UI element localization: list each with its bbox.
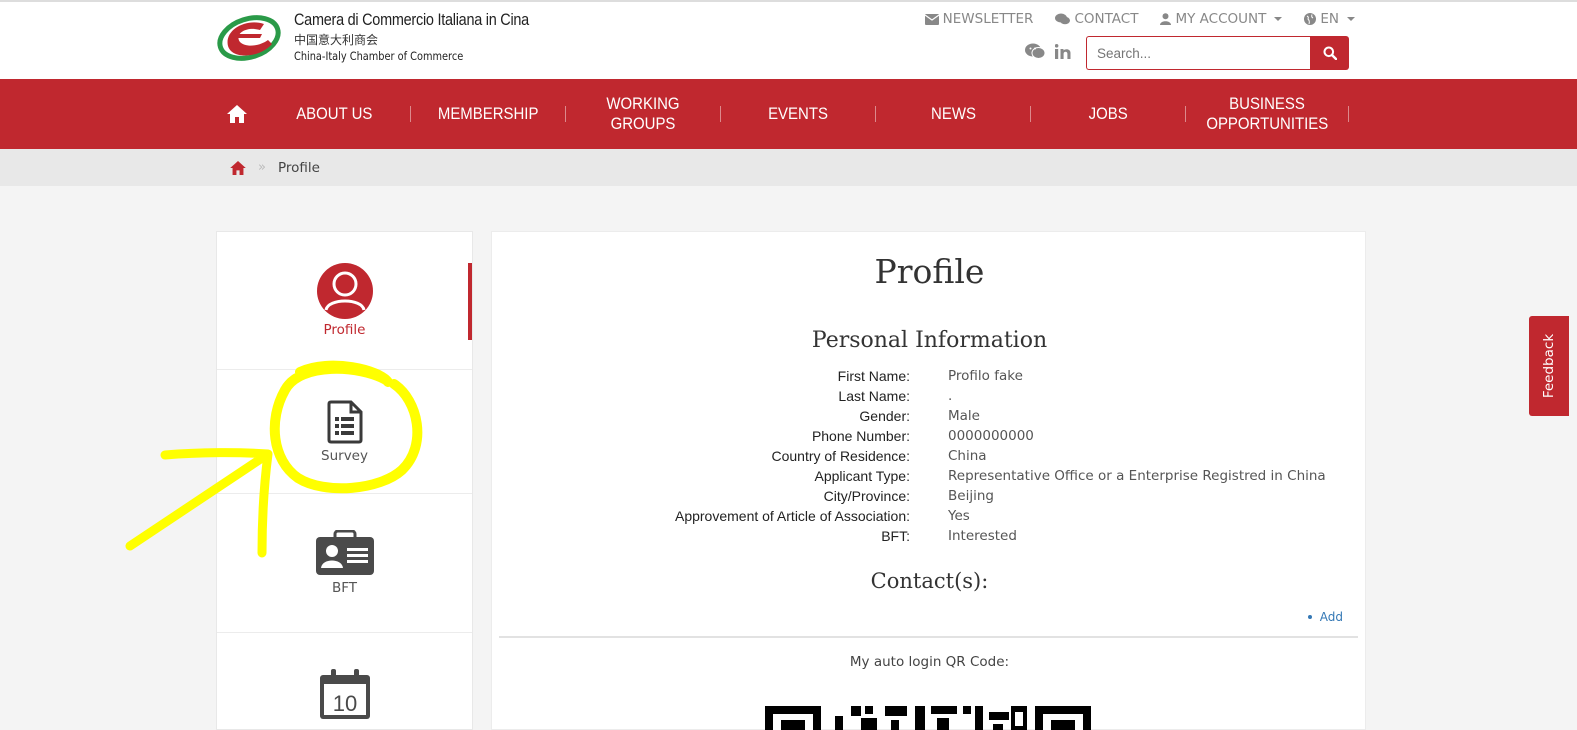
- info-row-last-name: Last Name:.: [492, 386, 1367, 406]
- section-title-personal-info: Personal Information: [811, 328, 1048, 353]
- field-label: City/Province:: [823, 488, 910, 504]
- social-links: [1025, 43, 1071, 59]
- user-avatar-icon: [316, 263, 373, 319]
- field-label: Applicant Type:: [814, 468, 910, 484]
- contact-link[interactable]: CONTACT: [1055, 11, 1138, 27]
- info-row-applicant-type: Applicant Type: Representative Office or …: [492, 466, 1367, 486]
- my-account-label: MY ACCOUNT: [1175, 11, 1267, 27]
- qr-code-image: [765, 706, 1091, 730]
- logo-title: Camera di Commercio Italiana in Cina: [294, 10, 529, 29]
- field-value: Interested: [948, 528, 1017, 544]
- sidebar-label-profile: Profile: [323, 322, 366, 338]
- personal-info-list: First Name: Profilo fake Last Name:. Gend…: [492, 366, 1367, 546]
- calendar-icon: 10: [319, 669, 370, 719]
- nav-item-events[interactable]: EVENTS: [721, 79, 875, 149]
- site-header: Camera di Commercio Italiana in Cina 中国意…: [0, 0, 1577, 79]
- home-icon: [227, 105, 247, 123]
- field-value: .: [948, 388, 953, 404]
- field-label: Gender:: [859, 408, 910, 424]
- newsletter-link[interactable]: NEWSLETTER: [924, 11, 1034, 27]
- nav-item-news[interactable]: NEWS: [876, 79, 1030, 149]
- nav-item-jobs[interactable]: JOBS: [1031, 79, 1185, 149]
- sidebar-label-survey: Survey: [321, 448, 368, 464]
- info-row-city: City/Province: Beijing: [492, 486, 1367, 506]
- profile-panel: Profile Personal Information First Name:…: [491, 231, 1366, 730]
- field-label: First Name:: [837, 368, 910, 384]
- section-divider: [499, 636, 1358, 638]
- sidebar-item-profile[interactable]: Profile: [217, 232, 472, 370]
- logo-chinese-name: 中国意大利商会: [294, 33, 379, 47]
- breadcrumb-current: Profile: [277, 159, 320, 176]
- profile-sidebar: Profile Survey BFT 10: [216, 231, 473, 730]
- field-label: Last Name:: [838, 388, 910, 404]
- info-row-bft: BFT: Interested: [492, 526, 1367, 546]
- my-account-dropdown[interactable]: MY ACCOUNT: [1160, 11, 1283, 27]
- page-title: Profile: [874, 252, 985, 291]
- section-title-contacts: Contact(s):: [870, 569, 989, 593]
- language-dropdown[interactable]: EN: [1304, 11, 1355, 27]
- nav-home-button[interactable]: [216, 79, 258, 149]
- sidebar-item-survey[interactable]: Survey: [217, 370, 472, 494]
- nav-divider: [1348, 106, 1349, 122]
- info-row-first-name: First Name: Profilo fake: [492, 366, 1367, 386]
- field-label: Approvement of Article of Association:: [674, 508, 910, 524]
- breadcrumb-home-icon[interactable]: [230, 160, 246, 175]
- nav-item-business-opportunities[interactable]: BUSINESS OPPORTUNITIES: [1186, 79, 1348, 149]
- field-value: Yes: [948, 508, 970, 524]
- user-icon: [1160, 13, 1172, 25]
- field-label: BFT:: [881, 528, 910, 544]
- contact-label: CONTACT: [1074, 11, 1139, 27]
- field-label: Country of Residence:: [771, 448, 910, 464]
- nav-item-working-groups[interactable]: WORKING GROUPS: [566, 79, 720, 149]
- field-value: China: [948, 448, 987, 464]
- envelope-icon: [924, 13, 939, 25]
- search-icon: [1323, 46, 1337, 60]
- feedback-tab[interactable]: Feedback: [1529, 316, 1569, 416]
- nav-item-membership[interactable]: MEMBERSHIP: [411, 79, 565, 149]
- field-value: 0000000000: [948, 428, 1034, 444]
- feedback-label: Feedback: [1541, 333, 1558, 399]
- sidebar-label-bft: BFT: [331, 580, 358, 596]
- caret-down-icon: [1274, 17, 1283, 21]
- search-input[interactable]: [1086, 36, 1310, 70]
- chat-bubbles-icon: [1055, 13, 1071, 25]
- field-label: Phone Number:: [811, 428, 910, 444]
- breadcrumb-separator: »: [258, 160, 266, 175]
- search-button[interactable]: [1310, 36, 1349, 70]
- sidebar-item-calendar[interactable]: 10: [217, 633, 472, 730]
- qr-code-label: My auto login QR Code:: [849, 654, 1010, 670]
- sidebar-item-bft[interactable]: BFT: [217, 494, 472, 633]
- active-indicator: [468, 263, 472, 340]
- info-row-gender: Gender: Male: [492, 406, 1367, 426]
- top-links: NEWSLETTER CONTACT MY ACCOUNT EN: [924, 11, 1355, 27]
- info-row-article-approval: Approvement of Article of Association: Ye…: [492, 506, 1367, 526]
- language-label: EN: [1320, 11, 1339, 27]
- bullet-icon: [1307, 615, 1312, 619]
- globe-icon: [1304, 13, 1317, 25]
- field-value: Profilo fake: [948, 368, 1023, 384]
- logo-mark-icon: [217, 15, 281, 61]
- breadcrumb: » Profile: [0, 149, 1577, 186]
- field-value: Representative Office or a Enterprise Re…: [948, 468, 1326, 484]
- calendar-day: 10: [332, 691, 356, 716]
- field-value: Male: [948, 408, 980, 424]
- add-contact-label: Add: [1319, 610, 1343, 624]
- newsletter-label: NEWSLETTER: [942, 11, 1034, 27]
- caret-down-icon: [1347, 17, 1355, 21]
- survey-document-icon: [327, 400, 362, 444]
- id-badge-icon: [315, 530, 374, 575]
- linkedin-icon[interactable]: [1055, 43, 1071, 59]
- nav-item-about-us[interactable]: ABOUT US: [258, 79, 410, 149]
- main-nav: ABOUT US MEMBERSHIP WORKING GROUPS EVENT…: [0, 79, 1577, 149]
- info-row-country: Country of Residence: China: [492, 446, 1367, 466]
- info-row-phone: Phone Number: 0000000000: [492, 426, 1367, 446]
- field-value: Beijing: [948, 488, 994, 504]
- logo-english-name: China-Italy Chamber of Commerce: [294, 49, 464, 63]
- site-logo[interactable]: Camera di Commercio Italiana in Cina 中国意…: [216, 10, 536, 66]
- search-bar: [1086, 36, 1349, 70]
- add-contact-link[interactable]: Add: [1307, 610, 1343, 624]
- wechat-icon[interactable]: [1025, 43, 1045, 59]
